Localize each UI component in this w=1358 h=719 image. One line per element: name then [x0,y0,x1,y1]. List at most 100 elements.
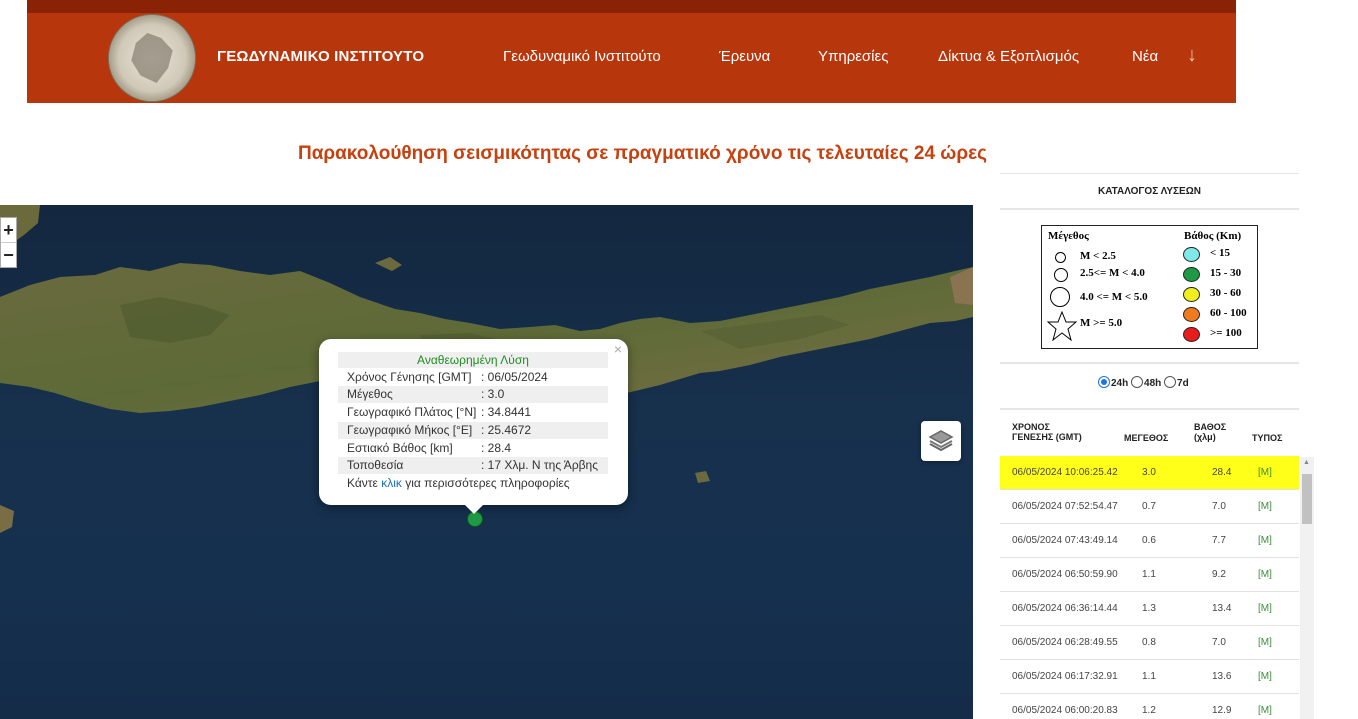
table-row[interactable]: 06/05/2024 06:36:14.44 1.3 13.4 [M] [1000,592,1299,626]
table-row[interactable]: 06/05/2024 06:28:49.55 0.8 7.0 [M] [1000,626,1299,660]
divider [1000,362,1299,364]
catalog-title: ΚΑΤΑΛΟΓΟΣ ΛΥΣΕΩΝ [1000,173,1299,210]
period-label: 24h [1111,378,1129,389]
cell-time: 06/05/2024 07:43:49.14 [1012,535,1118,546]
depth-color-icon [1183,307,1200,322]
scroll-thumb[interactable] [1302,474,1312,524]
depth-color-icon [1183,287,1200,302]
cell-depth: 13.6 [1212,671,1232,682]
popup-key: Γεωγραφικό Πλάτος [°N] [347,405,477,419]
popup-footer-text: Κάντε [347,476,382,490]
legend-depth-label: 30 - 60 [1210,287,1242,299]
cell-type: [M] [1258,705,1272,716]
cell-magnitude: 1.2 [1142,705,1156,716]
cell-magnitude: 1.1 [1142,671,1156,682]
cell-type: [M] [1258,467,1272,478]
legend-magnitude-title: Μέγεθος [1048,230,1089,242]
cell-depth: 13.4 [1212,603,1232,614]
legend-depth-label: < 15 [1210,247,1231,259]
popup-key: Χρόνος Γένησης [GMT] [347,370,472,384]
site-header: ΓΕΩΔΥΝΑΜΙΚΟ ΙΝΣΤΙΤΟΥΤΟ Γεωδυναμικό Ινστι… [27,0,1236,103]
cell-type: [M] [1258,637,1272,648]
popup-row-location: Τοποθεσία: 17 Χλμ. Ν της Άρβης [338,457,608,474]
catalog-header: ΧΡΟΝΟΣ ΓΕΝΕΣΗΣ (GMT) ΜΕΓΕΘΟΣ ΒΑΘΟΣ (χλμ)… [1000,414,1299,454]
brand-name[interactable]: ΓΕΩΔΥΝΑΜΙΚΟ ΙΝΣΤΙΤΟΥΤΟ [217,48,424,65]
zoom-control: + − [0,217,17,268]
cell-depth: 12.9 [1212,705,1232,716]
nav-item-services[interactable]: Υπηρεσίες [818,48,888,65]
cell-magnitude: 0.8 [1142,637,1156,648]
scroll-down-arrow-icon[interactable]: ↓ [1187,44,1197,67]
period-48h-radio[interactable] [1131,376,1144,388]
earthquake-info-popup: × Αναθεωρημένη Λύση Χρόνος Γένησης [GMT]… [319,339,628,505]
legend-magnitude-label: M >= 5.0 [1080,317,1123,329]
depth-color-icon [1183,267,1200,282]
institute-logo[interactable] [108,14,196,102]
cell-time: 06/05/2024 06:28:49.55 [1012,637,1118,648]
period-selector: 24h 48h 7d [1098,376,1189,389]
col-time-label-2: ΓΕΝΕΣΗΣ (GMT) [1012,432,1082,442]
col-type-label: ΤΥΠΟΣ [1252,433,1283,443]
col-depth-unit: (χλμ) [1194,432,1216,442]
cell-time: 06/05/2024 06:00:20.83 [1012,705,1118,716]
cell-time: 06/05/2024 07:52:54.47 [1012,501,1118,512]
magnitude-small-icon [1055,252,1066,263]
legend-depth-title: Βάθος (Km) [1184,230,1242,242]
header-top-strip [27,0,1236,13]
popup-value: : 28.4 [481,441,512,455]
popup-key: Μέγεθος [347,387,393,401]
depth-color-icon [1183,327,1200,342]
cell-type: [M] [1258,535,1272,546]
popup-value: : 17 Χλμ. Ν της Άρβης [481,458,598,472]
popup-row-depth: Εστιακό Βάθος [km] : 28.4 [338,440,608,457]
depth-color-icon [1183,247,1200,262]
cell-type: [M] [1258,603,1272,614]
period-label: 48h [1144,378,1162,389]
zoom-out-button[interactable]: − [1,243,16,267]
col-magnitude-label: ΜΕΓΕΘΟΣ [1124,433,1169,443]
cell-time: 06/05/2024 06:36:14.44 [1012,603,1118,614]
divider [1000,408,1299,410]
popup-row-latitude: Γεωγραφικό Πλάτος [°N]: 34.8441 [338,404,608,421]
popup-footer: Κάντε κλικ για περισσότερες πληροφορίες [347,476,570,490]
scroll-up-icon[interactable]: ▲ [1303,459,1310,466]
catalog-scrollbar[interactable]: ▲ [1300,457,1314,719]
table-row[interactable]: 06/05/2024 06:00:20.83 1.2 12.9 [M] [1000,694,1299,719]
zoom-in-button[interactable]: + [1,218,16,243]
col-time-label: ΧΡΟΝΟΣ [1012,422,1050,432]
cell-depth: 7.0 [1212,501,1226,512]
layers-button[interactable] [921,421,961,461]
popup-row-origin-time: Χρόνος Γένησης [GMT]: 06/05/2024 10:06:2… [338,369,608,401]
col-depth-label: ΒΑΘΟΣ [1194,422,1227,432]
more-info-link[interactable]: κλικ [381,476,402,490]
period-label: 7d [1177,378,1189,389]
table-row[interactable]: 06/05/2024 10:06:25.42 3.0 28.4 [M] [1000,456,1299,490]
legend-magnitude-label: 4.0 <= M < 5.0 [1080,291,1148,303]
popup-pointer [464,504,484,514]
table-row[interactable]: 06/05/2024 07:43:49.14 0.6 7.7 [M] [1000,524,1299,558]
cell-depth: 28.4 [1212,467,1232,478]
popup-value: : 25.4672 [481,423,532,437]
nav-item-news[interactable]: Νέα [1132,48,1158,65]
period-24h-radio[interactable] [1098,376,1110,388]
page-title: Παρακολούθηση σεισμικότητας σε πραγματικ… [297,143,988,164]
period-7d-radio[interactable] [1164,376,1177,388]
cell-type: [M] [1258,671,1272,682]
nav-item-networks[interactable]: Δίκτυα & Εξοπλισμός [938,48,1079,65]
nav-item-research[interactable]: Έρευνα [719,48,770,65]
cell-type: [M] [1258,501,1272,512]
table-row[interactable]: 06/05/2024 06:50:59.90 1.1 9.2 [M] [1000,558,1299,592]
table-row[interactable]: 06/05/2024 06:17:32.91 1.1 13.6 [M] [1000,660,1299,694]
popup-close-button[interactable]: × [614,341,622,357]
popup-solution-status: Αναθεωρημένη Λύση [338,352,608,368]
legend-depth-label: 15 - 30 [1210,267,1242,279]
popup-key: Γεωγραφικό Μήκος [°E] [347,423,473,437]
cell-magnitude: 3.0 [1142,467,1156,478]
table-row[interactable]: 06/05/2024 07:52:54.47 0.7 7.0 [M] [1000,490,1299,524]
cell-magnitude: 0.6 [1142,535,1156,546]
nav-item-institute[interactable]: Γεωδυναμικό Ινστιτούτο [503,48,661,65]
popup-row-magnitude: Μέγεθος: 3.0 [338,386,608,403]
solutions-catalog: ΚΑΤΑΛΟΓΟΣ ΛΥΣΕΩΝ Μέγεθος M < 2.5 2.5<= M… [1000,173,1299,719]
cell-time: 06/05/2024 06:17:32.91 [1012,671,1118,682]
popup-key: Εστιακό Βάθος [km] [347,441,453,455]
